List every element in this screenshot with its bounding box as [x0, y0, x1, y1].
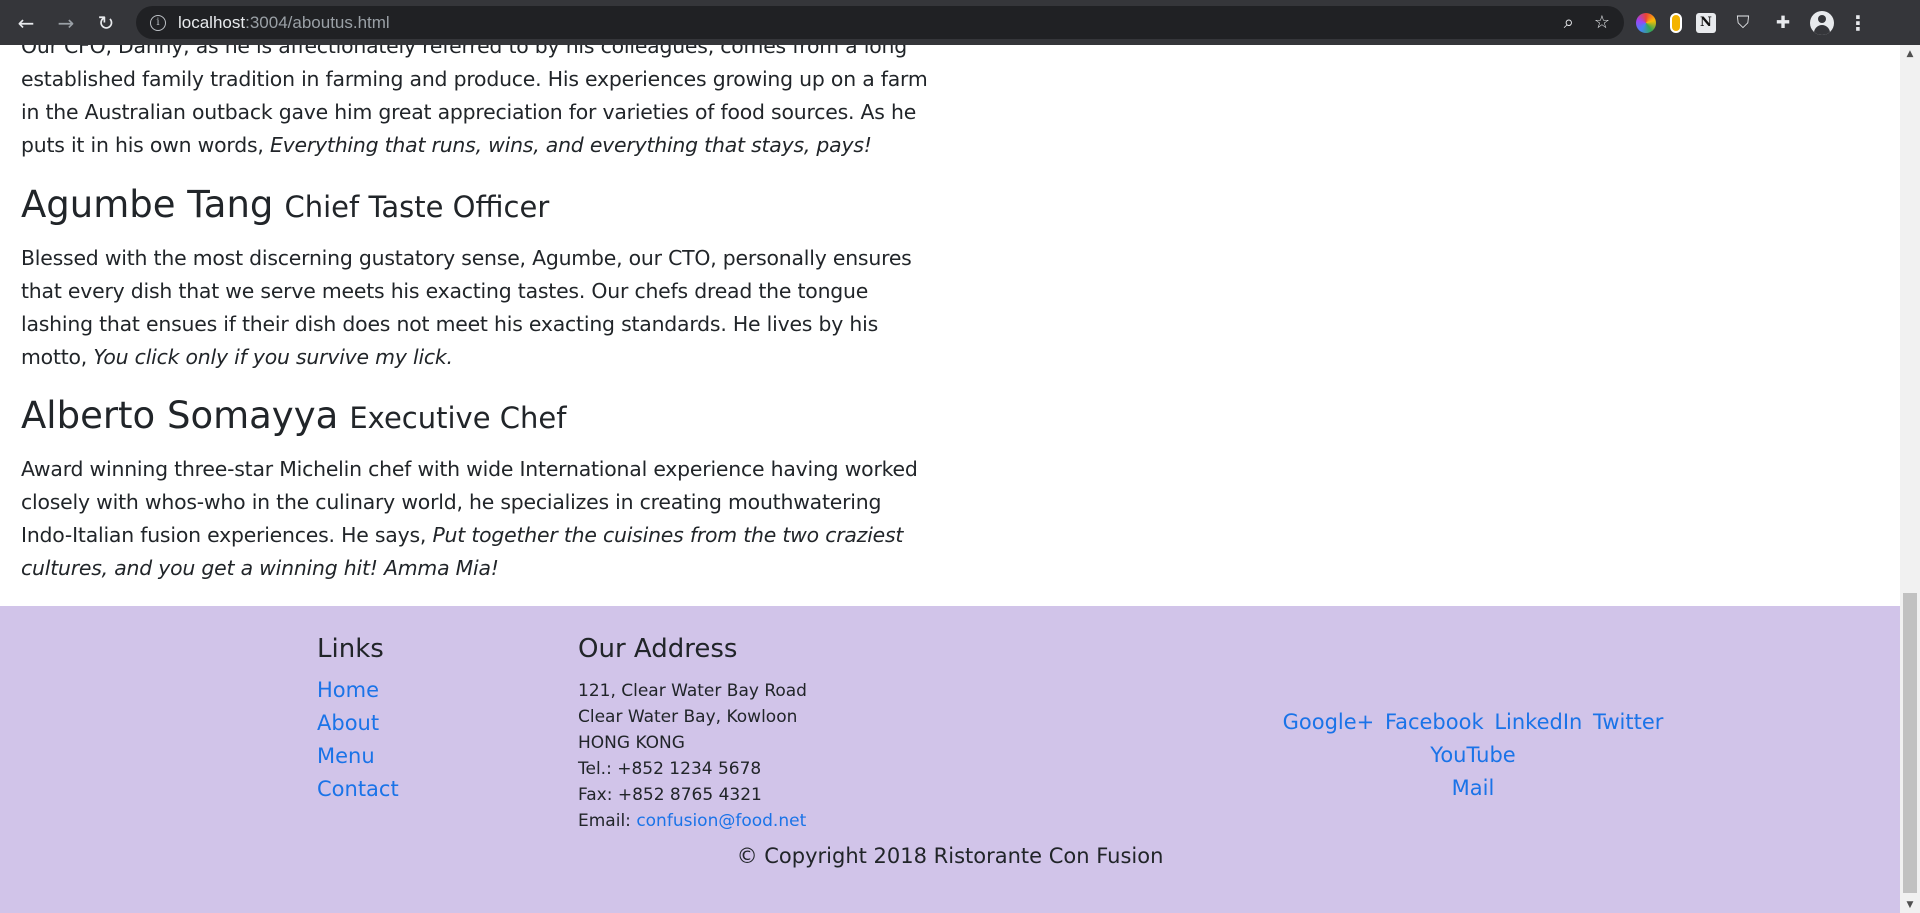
- leader-name: Agumbe Tang: [21, 183, 274, 226]
- bookmark-star-icon[interactable]: ☆: [1594, 12, 1610, 33]
- footer-link-about[interactable]: About: [317, 711, 379, 735]
- address-line: HONG KONG: [578, 733, 685, 753]
- copyright: © Copyright 2018 Ristorante Con Fusion: [0, 844, 1900, 868]
- leader-quote: You click only if you survive my lick.: [93, 345, 453, 369]
- social-google-plus[interactable]: Google+: [1283, 710, 1375, 734]
- address-line: 121, Clear Water Bay Road: [578, 681, 807, 701]
- scroll-up-arrow-icon[interactable]: ▲: [1900, 45, 1920, 62]
- leader-title: Chief Taste Officer: [284, 190, 550, 224]
- social-linkedin[interactable]: LinkedIn: [1494, 710, 1582, 734]
- site-info-icon[interactable]: i: [150, 14, 166, 31]
- leader-bio-agumbe: Blessed with the most discerning gustato…: [21, 242, 931, 374]
- email-link[interactable]: confusion@food.net: [636, 811, 806, 831]
- reload-icon[interactable]: ↻: [92, 9, 120, 37]
- ni-extension-icon[interactable]: N: [1696, 12, 1716, 33]
- vertical-scrollbar[interactable]: ▲ ▼: [1900, 45, 1920, 913]
- url-text[interactable]: localhost:3004/aboutus.html: [178, 13, 390, 33]
- footer-link-contact[interactable]: Contact: [317, 777, 399, 801]
- leader-name: Alberto Somayya: [21, 394, 339, 437]
- cfo-bio-partial-line: Our CFO, Danny, as he is affectionately …: [21, 45, 907, 58]
- footer-address: Our Address 121, Clear Water Bay Road Cl…: [578, 634, 807, 834]
- pill-extension-icon[interactable]: [1670, 12, 1682, 33]
- cfo-quote: Everything that runs, wins, and everythi…: [269, 133, 872, 157]
- address-line: Clear Water Bay, Kowloon: [578, 707, 798, 727]
- footer-link-menu[interactable]: Menu: [317, 744, 375, 768]
- forward-arrow-icon[interactable]: →: [52, 9, 80, 37]
- shield-extension-icon[interactable]: ⛉: [1730, 10, 1756, 36]
- leader-heading-agumbe: Agumbe Tang Chief Taste Officer: [21, 183, 549, 226]
- email-label: Email:: [578, 811, 631, 831]
- leader-bio-alberto: Award winning three-star Michelin chef w…: [21, 453, 931, 585]
- url-path: :3004/aboutus.html: [245, 12, 390, 32]
- cfo-bio: Our CFO, Danny, as he is affectionately …: [21, 45, 931, 162]
- social-mail[interactable]: Mail: [1452, 776, 1495, 800]
- copyright-text: © Copyright 2018 Ristorante Con Fusion: [736, 844, 1164, 868]
- page-viewport: Our CFO, Danny, as he is affectionately …: [0, 45, 1900, 913]
- social-facebook[interactable]: Facebook: [1385, 710, 1484, 734]
- scroll-down-arrow-icon[interactable]: ▼: [1900, 896, 1920, 913]
- phone-line: Tel.: +852 1234 5678: [578, 759, 762, 779]
- leader-title: Executive Chef: [349, 401, 567, 435]
- footer-links: Links Home About Menu Contact: [317, 634, 399, 806]
- leader-heading-alberto: Alberto Somayya Executive Chef: [21, 394, 566, 437]
- email-line: Email: confusion@food.net: [578, 808, 807, 834]
- address-bar[interactable]: i localhost:3004/aboutus.html ⌕ ☆: [136, 6, 1624, 39]
- fax-line: Fax: +852 8765 4321: [578, 785, 762, 805]
- links-heading: Links: [317, 634, 384, 664]
- browser-toolbar: ← → ↻ i localhost:3004/aboutus.html ⌕ ☆ …: [0, 0, 1920, 45]
- puzzle-extensions-icon[interactable]: ✚: [1770, 10, 1796, 36]
- footer-link-home[interactable]: Home: [317, 678, 379, 702]
- url-host: localhost: [178, 12, 246, 32]
- profile-avatar-icon[interactable]: [1810, 10, 1834, 35]
- back-arrow-icon[interactable]: ←: [12, 9, 40, 37]
- social-twitter[interactable]: Twitter: [1593, 710, 1663, 734]
- menu-kebab-icon[interactable]: ⋮: [1848, 11, 1868, 35]
- scrollbar-thumb[interactable]: [1903, 593, 1917, 893]
- footer: Links Home About Menu Contact Our Addres…: [0, 606, 1900, 913]
- zoom-icon[interactable]: ⌕: [1564, 12, 1574, 33]
- social-youtube[interactable]: YouTube: [1430, 743, 1515, 767]
- address-heading: Our Address: [578, 634, 738, 664]
- color-extension-icon[interactable]: [1636, 12, 1656, 33]
- social-links: Google+ Facebook LinkedIn Twitter YouTub…: [1233, 706, 1713, 805]
